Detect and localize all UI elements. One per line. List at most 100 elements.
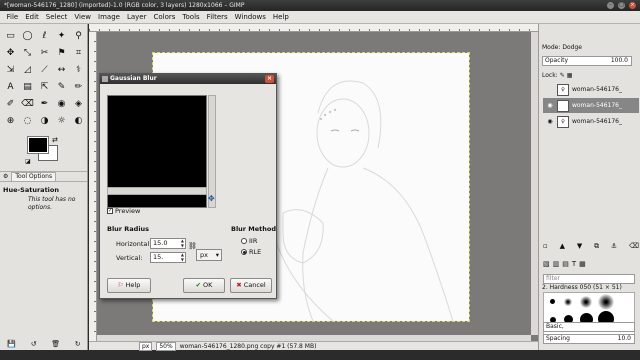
menu-windows[interactable]: Windows [231, 11, 269, 24]
swap-colors-icon[interactable]: ⇄ [52, 136, 58, 144]
fuzzy-select-tool-icon[interactable]: ✦ [54, 28, 69, 44]
shear-tool-icon[interactable]: ⟋ [37, 62, 52, 78]
close-window-button[interactable]: × [629, 2, 636, 9]
menu-help[interactable]: Help [269, 11, 292, 24]
foreground-select-tool-icon[interactable]: ⚑ [54, 45, 69, 61]
brush-thumb[interactable] [580, 296, 592, 308]
eye-icon[interactable]: ◉ [546, 102, 554, 109]
dialog-close-button[interactable]: × [265, 75, 274, 83]
ellipse-select-tool-icon[interactable]: ◯ [20, 28, 35, 44]
preview-vertical-scrollbar[interactable] [208, 95, 216, 208]
unit-selector[interactable]: px [139, 341, 153, 351]
zoom-selector[interactable]: 50% [156, 341, 176, 351]
horizontal-value[interactable]: 15.0 [153, 239, 167, 247]
spacing-slider[interactable]: Spacing 10.0 [543, 334, 635, 344]
mode-value[interactable]: Dodge [562, 44, 582, 51]
heal-tool-icon[interactable]: ◈ [71, 96, 86, 112]
reset-options-icon[interactable]: ↻ [75, 340, 81, 348]
radio-rle[interactable] [241, 249, 247, 255]
perspective-tool-icon[interactable]: ◿ [20, 62, 35, 78]
menu-select[interactable]: Select [42, 11, 71, 24]
opacity-slider[interactable]: Opacity 100.0 [542, 56, 632, 66]
scale-tool-icon[interactable]: ⇲ [3, 62, 18, 78]
ink-tool-icon[interactable]: ✒ [37, 96, 52, 112]
layer-row-selected[interactable]: ◉ ♀ woman-546176_ [543, 98, 639, 113]
new-layer-icon[interactable]: ▫ [543, 242, 548, 251]
gradients-tab-icon[interactable]: ▤ [562, 260, 569, 268]
brush-thumb[interactable] [564, 298, 572, 306]
layer-row[interactable]: ♀ woman-546176_ [543, 82, 639, 97]
preview-toggle[interactable]: ✓ Preview [107, 207, 140, 215]
menu-filters[interactable]: Filters [203, 11, 231, 24]
tab-tool-options[interactable]: Tool Options [11, 171, 57, 182]
spin-arrows-icon[interactable]: ▲ ▼ [181, 252, 184, 262]
horizontal-ruler[interactable] [89, 24, 538, 32]
flip-tool-icon[interactable]: ↔ [54, 62, 69, 78]
method-iir-radio[interactable]: IIR [241, 237, 257, 245]
lock-alpha-icon[interactable]: ▦ [567, 72, 573, 79]
scissors-tool-icon[interactable]: ✂ [37, 45, 52, 61]
fonts-tab-icon[interactable]: T [572, 260, 576, 268]
color-picker-tool-icon[interactable]: ◐ [71, 113, 86, 129]
brushes-tab-icon[interactable]: ▧ [543, 260, 550, 268]
clone-tool-icon[interactable]: ◉ [54, 96, 69, 112]
preview-checkbox[interactable]: ✓ [107, 208, 113, 214]
save-options-icon[interactable]: 💾 [7, 340, 16, 348]
menu-image[interactable]: Image [95, 11, 124, 24]
text-tool-icon[interactable]: A [3, 79, 18, 95]
ok-button[interactable]: ✔ OK [183, 278, 225, 293]
path-tool-icon[interactable]: ▤ [20, 79, 35, 95]
preview-navigate-icon[interactable]: ✥ [208, 194, 215, 203]
paintbrush-tool-icon[interactable]: ✏ [71, 79, 86, 95]
restore-options-icon[interactable]: ↺ [31, 340, 37, 348]
vertical-value[interactable]: 15. [153, 253, 163, 261]
menu-tools[interactable]: Tools [179, 11, 203, 24]
duplicate-layer-icon[interactable]: ⧉ [594, 242, 599, 251]
menu-colors[interactable]: Colors [150, 11, 179, 24]
horizontal-spinbutton[interactable]: 15.0 ▲ ▼ [150, 238, 186, 249]
vertical-ruler[interactable] [89, 32, 97, 342]
unit-dropdown[interactable]: px ▾ [196, 249, 222, 261]
smudge-tool-icon[interactable]: ◌ [20, 113, 35, 129]
vertical-scrollbar[interactable] [531, 32, 538, 335]
dialog-titlebar[interactable]: Gaussian Blur × [100, 74, 276, 84]
anchor-layer-icon[interactable]: ⚓ [611, 242, 617, 251]
delete-layer-icon[interactable]: ⌫ [629, 242, 639, 251]
method-rle-radio[interactable]: RLE [241, 248, 261, 256]
lower-layer-icon[interactable]: ▼ [577, 242, 582, 251]
pencil-tool-icon[interactable]: ✎ [54, 79, 69, 95]
menu-file[interactable]: File [3, 11, 22, 24]
vertical-spinbutton[interactable]: 15. ▲ ▼ [150, 252, 186, 263]
zoom-tool-icon[interactable]: ⇱ [37, 79, 52, 95]
airbrush-tool-icon[interactable]: ✐ [3, 96, 18, 112]
brush-thumb[interactable] [598, 294, 614, 310]
help-button[interactable]: ⚐ Help [107, 278, 151, 293]
default-colors-icon[interactable]: ◪ [25, 158, 31, 165]
minimize-button[interactable]: – [607, 2, 614, 9]
menu-layer[interactable]: Layer [123, 11, 150, 24]
maximize-button[interactable]: □ [618, 2, 625, 9]
alignment-tool-icon[interactable]: ⤡ [20, 45, 35, 61]
measure-tool-icon[interactable]: ⊕ [3, 113, 18, 129]
patterns-tab-icon[interactable]: ▥ [553, 260, 560, 268]
move-tool-icon[interactable]: ✥ [3, 45, 18, 61]
brush-thumb[interactable] [550, 299, 555, 304]
foreground-color-swatch[interactable] [27, 136, 49, 154]
palette-tab-icon[interactable]: ▦ [579, 260, 586, 268]
crop-tool-icon[interactable]: ⌗ [71, 45, 86, 61]
select-by-color-tool-icon[interactable]: ⚲ [71, 28, 86, 44]
rect-select-tool-icon[interactable]: ▭ [3, 28, 18, 44]
dodge-burn-tool-icon[interactable]: ☼ [54, 113, 69, 129]
raise-layer-icon[interactable]: ▲ [560, 242, 565, 251]
cancel-button[interactable]: ✖ Cancel [230, 278, 272, 293]
brush-set-field[interactable]: Basic, [543, 322, 635, 332]
blur-tool-icon[interactable]: ◑ [37, 113, 52, 129]
lock-pixels-icon[interactable]: ✎ [560, 72, 565, 79]
delete-options-icon[interactable]: 🗑 [51, 340, 60, 348]
eye-icon[interactable]: ◉ [546, 118, 554, 125]
spin-arrows-icon[interactable]: ▲ ▼ [181, 238, 184, 248]
preview-horizontal-scrollbar[interactable] [107, 187, 207, 195]
layer-row[interactable]: ◉ ♀ woman-546176_ [543, 114, 639, 129]
menu-edit[interactable]: Edit [22, 11, 43, 24]
menu-view[interactable]: View [71, 11, 95, 24]
